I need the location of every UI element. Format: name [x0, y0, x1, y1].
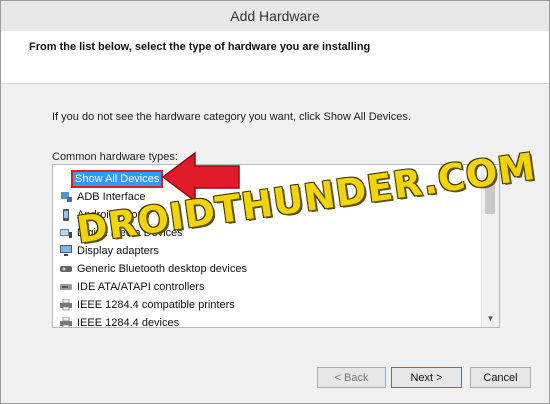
hint-text: If you do not see the hardware category … — [52, 111, 411, 123]
list-item-label: IDE ATA/ATAPI controllers — [77, 281, 205, 293]
header-instruction: From the list below, select the type of … — [29, 41, 371, 53]
list-item-generic-bluetooth[interactable]: Generic Bluetooth desktop devices — [53, 260, 481, 278]
list-label: Common hardware types: — [52, 151, 178, 163]
drive-icon — [60, 281, 73, 293]
wizard-header: From the list below, select the type of … — [1, 31, 549, 84]
display-icon — [60, 245, 73, 257]
printer-icon — [60, 298, 73, 311]
title-bar[interactable]: Add Hardware — [1, 1, 549, 31]
list-item-ieee-devices[interactable]: IEEE 1284.4 devices — [53, 314, 481, 328]
list-item-label: IEEE 1284.4 compatible printers — [77, 299, 235, 311]
add-hardware-window: Add Hardware From the list below, select… — [0, 0, 550, 404]
printer-icon — [60, 316, 73, 327]
cancel-button[interactable]: Cancel — [470, 367, 531, 388]
list-item-label: IEEE 1284.4 devices — [77, 317, 180, 328]
list-item-ieee-printers[interactable]: IEEE 1284.4 compatible printers — [53, 296, 481, 314]
back-button[interactable]: < Back — [317, 367, 386, 388]
scroll-down-arrow[interactable]: ▼ — [482, 310, 499, 327]
window-title: Add Hardware — [230, 8, 320, 24]
list-item-label: Show All Devices — [70, 170, 164, 188]
next-button[interactable]: Next > — [391, 367, 462, 388]
bluetooth-icon — [60, 263, 73, 275]
phone-icon — [60, 209, 73, 221]
list-item-label: Generic Bluetooth desktop devices — [77, 263, 247, 275]
media-icon — [60, 227, 73, 239]
device-icon — [60, 191, 73, 203]
list-item-ide-ata[interactable]: IDE ATA/ATAPI controllers — [53, 278, 481, 296]
